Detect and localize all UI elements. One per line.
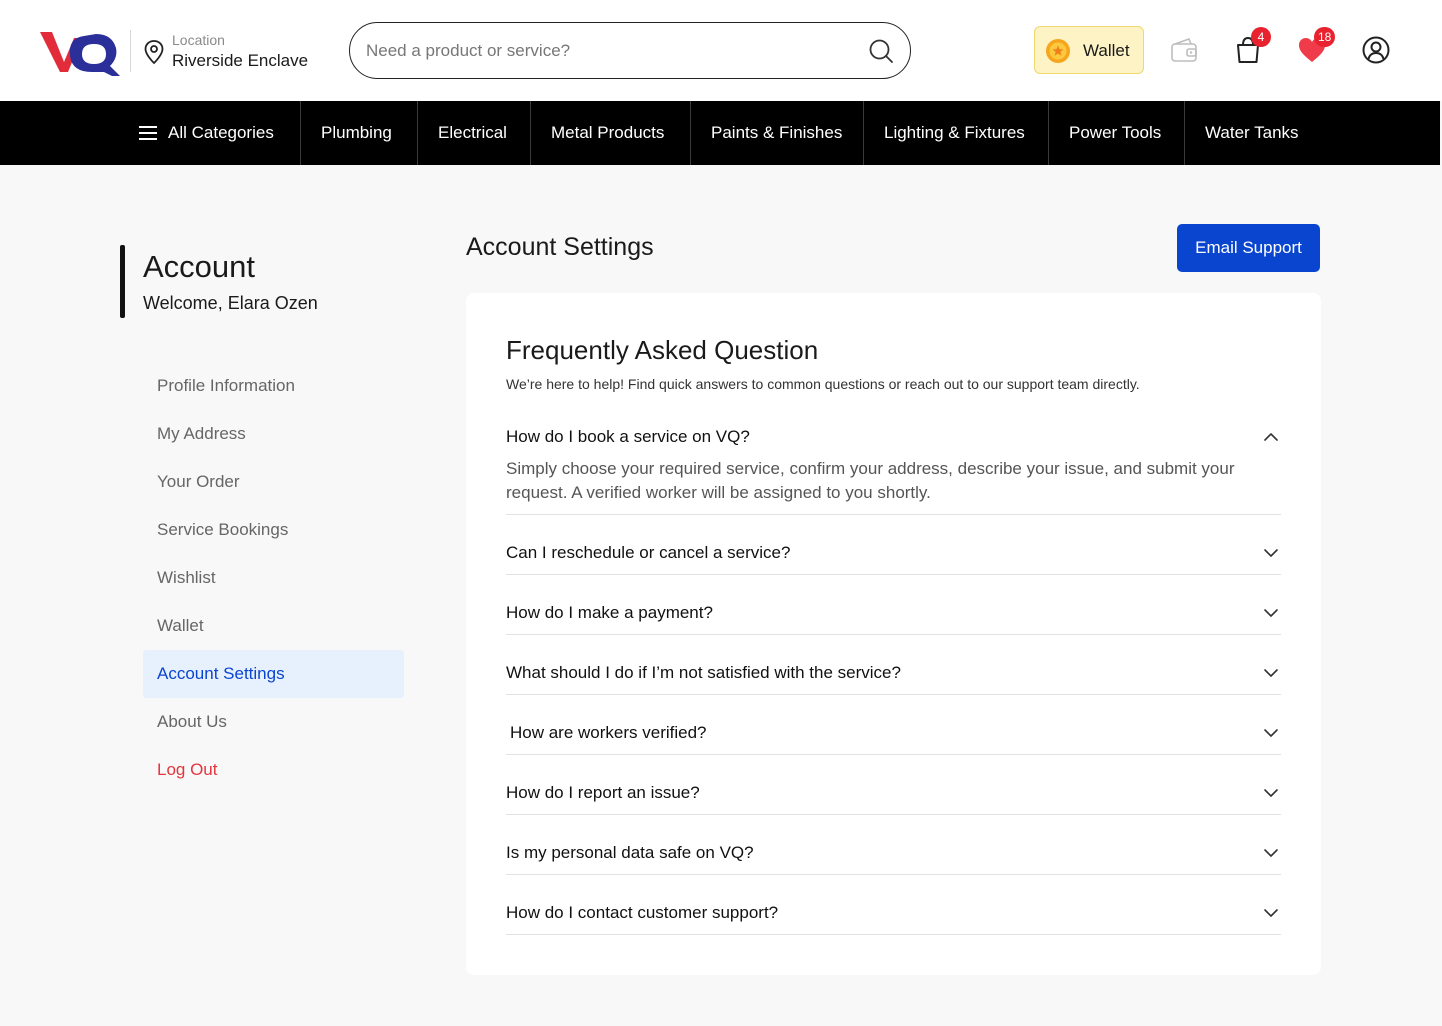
faq-title: Frequently Asked Question xyxy=(506,335,819,365)
sidebar-item-about-us[interactable]: About Us xyxy=(143,698,404,746)
nav-plumbing[interactable]: Plumbing xyxy=(321,101,392,165)
hamburger-menu-icon[interactable] xyxy=(139,126,157,140)
sidebar-item-your-order[interactable]: Your Order xyxy=(143,458,404,506)
chevron-down-icon[interactable] xyxy=(1263,785,1279,797)
nav-all-categories[interactable]: All Categories xyxy=(168,101,274,165)
wishlist-count-badge: 18 xyxy=(1314,27,1336,47)
location-value[interactable]: Riverside Enclave xyxy=(172,51,308,71)
faq-item[interactable]: What should I do if I’m not satisfied wi… xyxy=(506,635,1281,695)
faq-question: How do I make a payment? xyxy=(506,603,713,622)
faq-item[interactable]: How do I contact customer support? xyxy=(506,875,1281,935)
sidebar-item-log-out[interactable]: Log Out xyxy=(143,746,404,794)
wallet-label: Wallet xyxy=(1083,41,1130,60)
cart-count-badge: 4 xyxy=(1251,27,1271,47)
nav-paints-finishes[interactable]: Paints & Finishes xyxy=(711,101,842,165)
search-bar xyxy=(349,22,911,79)
wallet-icon[interactable] xyxy=(1169,35,1201,67)
faq-subtitle: We’re here to help! Find quick answers t… xyxy=(506,376,1140,392)
nav-water-tanks[interactable]: Water Tanks xyxy=(1205,101,1299,165)
chevron-down-icon[interactable] xyxy=(1263,665,1279,677)
faq-question: Can I reschedule or cancel a service? xyxy=(506,543,791,562)
user-icon[interactable] xyxy=(1360,34,1392,66)
nav-divider xyxy=(690,101,691,165)
chevron-up-icon[interactable] xyxy=(1263,429,1279,441)
chevron-down-icon[interactable] xyxy=(1263,725,1279,737)
account-title: Account xyxy=(143,249,256,284)
nav-power-tools[interactable]: Power Tools xyxy=(1069,101,1161,165)
sidebar-item-service-bookings[interactable]: Service Bookings xyxy=(143,506,404,554)
faq-card: Frequently Asked Question We’re here to … xyxy=(466,293,1321,975)
chevron-down-icon[interactable] xyxy=(1263,605,1279,617)
search-input[interactable] xyxy=(366,37,846,65)
email-support-button[interactable]: Email Support xyxy=(1177,224,1320,272)
wallet-button[interactable]: Wallet xyxy=(1034,26,1144,74)
faq-question: How do I book a service on VQ? xyxy=(506,427,750,446)
account-accent-bar xyxy=(120,245,125,318)
nav-lighting-fixtures[interactable]: Lighting & Fixtures xyxy=(884,101,1025,165)
header-divider xyxy=(130,30,131,72)
search-icon[interactable] xyxy=(868,38,894,64)
location-pin-icon xyxy=(143,39,165,65)
faq-item[interactable]: How are workers verified? xyxy=(506,695,1281,755)
category-nav: All Categories Plumbing Electrical Metal… xyxy=(0,101,1440,165)
faq-question: Is my personal data safe on VQ? xyxy=(506,843,754,862)
sidebar-item-wallet[interactable]: Wallet xyxy=(143,602,404,650)
nav-metal-products[interactable]: Metal Products xyxy=(551,101,664,165)
sidebar-item-profile-information[interactable]: Profile Information xyxy=(143,362,404,410)
faq-item[interactable]: How do I book a service on VQ? Simply ch… xyxy=(506,419,1281,515)
nav-divider xyxy=(1184,101,1185,165)
faq-question: How do I contact customer support? xyxy=(506,903,779,922)
nav-divider xyxy=(417,101,418,165)
nav-divider xyxy=(300,101,301,165)
sidebar-item-my-address[interactable]: My Address xyxy=(143,410,404,458)
location-label: Location xyxy=(172,32,225,48)
faq-item[interactable]: Can I reschedule or cancel a service? xyxy=(506,515,1281,575)
vq-logo[interactable] xyxy=(38,28,122,76)
chevron-down-icon[interactable] xyxy=(1263,845,1279,857)
nav-divider xyxy=(1048,101,1049,165)
faq-item[interactable]: How do I report an issue? xyxy=(506,755,1281,815)
sidebar-item-account-settings[interactable]: Account Settings xyxy=(143,650,404,698)
sidebar-item-wishlist[interactable]: Wishlist xyxy=(143,554,404,602)
nav-divider xyxy=(863,101,864,165)
faq-item[interactable]: Is my personal data safe on VQ? xyxy=(506,815,1281,875)
faq-question: How do I report an issue? xyxy=(506,783,700,802)
faq-question: What should I do if I’m not satisfied wi… xyxy=(506,663,901,682)
chevron-down-icon[interactable] xyxy=(1263,545,1279,557)
top-header: Location Riverside Enclave Wallet 4 18 xyxy=(0,0,1442,101)
faq-question: How are workers verified? xyxy=(510,723,707,742)
page-title: Account Settings xyxy=(466,233,654,261)
coin-icon xyxy=(1045,38,1071,64)
faq-item[interactable]: How do I make a payment? xyxy=(506,575,1281,635)
nav-electrical[interactable]: Electrical xyxy=(438,101,507,165)
welcome-text: Welcome, Elara Ozen xyxy=(143,293,318,313)
chevron-down-icon[interactable] xyxy=(1263,905,1279,917)
faq-answer: Simply choose your required service, con… xyxy=(506,459,1235,502)
nav-divider xyxy=(530,101,531,165)
